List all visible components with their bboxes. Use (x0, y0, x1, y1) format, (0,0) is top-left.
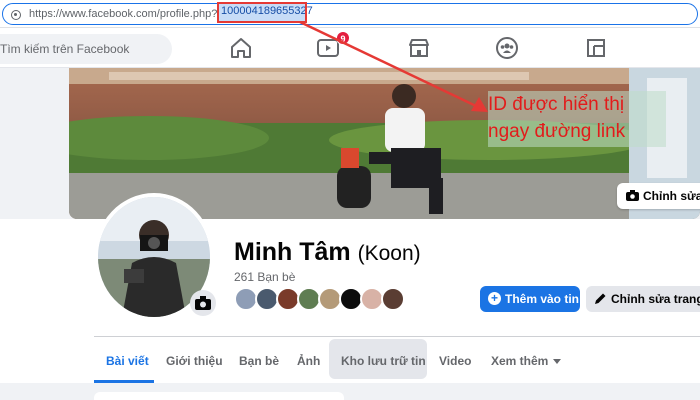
tab-story-archive[interactable]: Kho lưu trữ tin (341, 340, 426, 380)
active-tab-indicator (94, 380, 154, 383)
tab-videos[interactable]: Video (439, 340, 471, 380)
add-story-label: Thêm vào tin (505, 292, 580, 306)
add-to-story-button[interactable]: + Thêm vào tin (480, 286, 580, 312)
browser-address-bar[interactable]: https://www.facebook.com/profile.php?id=… (0, 0, 700, 28)
friends-count[interactable]: 261 Bạn bè (234, 270, 295, 284)
url-prefix: https://www.facebook.com/profile.php?id= (29, 8, 233, 20)
site-info-icon[interactable] (11, 10, 21, 20)
annotation-line-1: ID được hiển thị (488, 94, 625, 115)
pencil-icon (595, 293, 606, 304)
tab-photos[interactable]: Ảnh (297, 340, 320, 380)
home-icon[interactable] (229, 36, 253, 60)
edit-cover-label: Chỉnh sửa ả (643, 189, 700, 203)
url-profile-id[interactable]: 100004189655327 (217, 2, 313, 23)
annotation-box: ID được hiển thị ngay đường link (488, 91, 666, 147)
url-field[interactable]: https://www.facebook.com/profile.php?id= (2, 3, 698, 25)
gaming-icon[interactable] (584, 36, 608, 60)
tab-posts[interactable]: Bài viết (106, 340, 149, 380)
edit-profile-label: Chỉnh sửa trang c (611, 292, 700, 306)
chevron-down-icon (553, 359, 562, 365)
tab-about[interactable]: Giới thiệu (166, 340, 223, 380)
edit-profile-button[interactable]: Chỉnh sửa trang c (586, 286, 700, 312)
profile-name-main: Minh Tâm (234, 238, 351, 266)
tab-more-label: Xem thêm (491, 354, 549, 368)
profile-name: Minh Tâm (Koon) (234, 238, 421, 267)
edit-cover-button[interactable]: Chỉnh sửa ả (617, 183, 700, 209)
tab-friends[interactable]: Bạn bè (239, 340, 279, 380)
tab-more[interactable]: Xem thêm (491, 340, 562, 380)
camera-icon (195, 296, 211, 310)
update-avatar-button[interactable] (190, 290, 216, 316)
profile-nickname: (Koon) (357, 242, 421, 265)
groups-icon[interactable] (495, 36, 519, 60)
annotation-line-2: ngay đường link (488, 121, 626, 142)
search-placeholder: Tìm kiếm trên Facebook (0, 42, 130, 56)
intro-card-top (94, 392, 344, 400)
marketplace-icon[interactable] (407, 36, 431, 60)
search-input[interactable]: Tìm kiếm trên Facebook (0, 34, 172, 64)
friend-avatar[interactable] (381, 287, 405, 311)
watch-notification-badge: 9 (336, 31, 350, 45)
facebook-top-bar: Tìm kiếm trên Facebook (0, 28, 700, 68)
camera-icon (626, 190, 639, 201)
plus-icon: + (488, 292, 501, 305)
